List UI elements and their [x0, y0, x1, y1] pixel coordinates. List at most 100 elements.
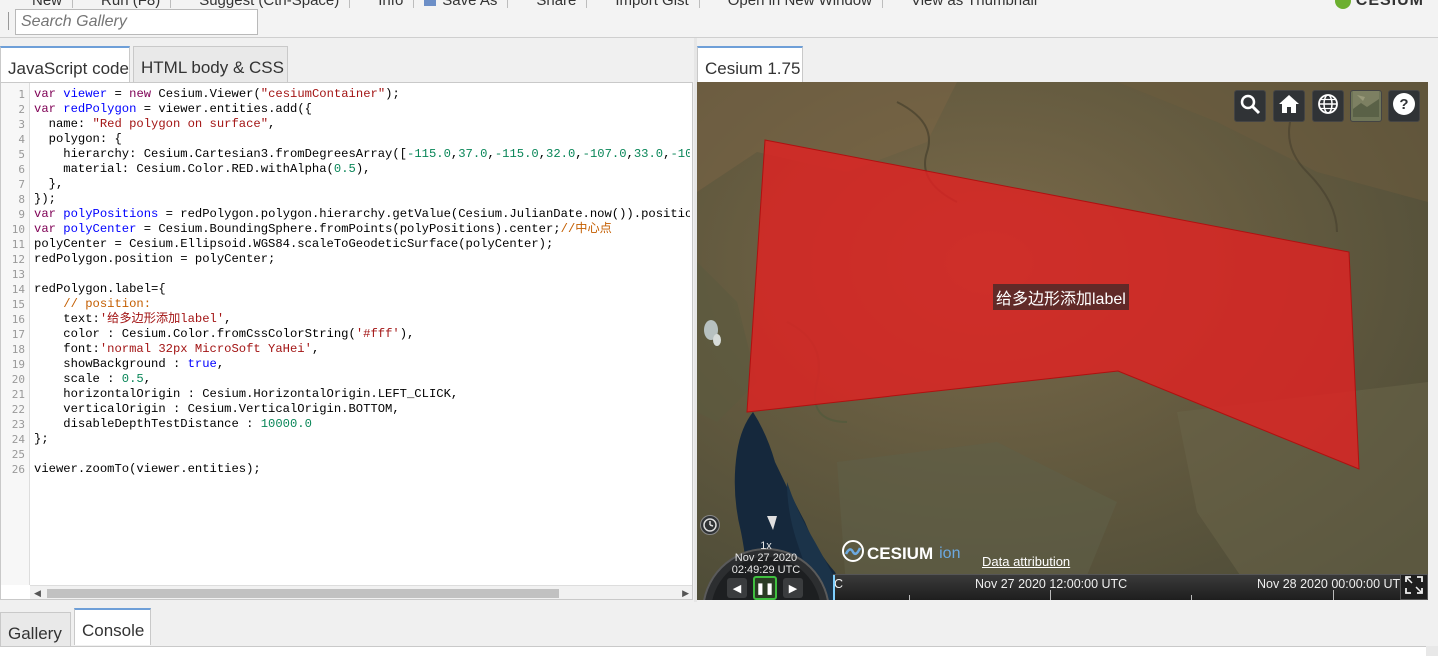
- pause-button[interactable]: ❚❚: [753, 576, 777, 600]
- code-line: font:'normal 32px MicroSoft YaHei',: [34, 342, 320, 356]
- scroll-right-icon[interactable]: ▶: [682, 588, 689, 599]
- save-as-label: Save As: [442, 0, 498, 9]
- code-line: },: [34, 177, 64, 191]
- help-button[interactable]: ?: [1388, 90, 1420, 122]
- timeline-needle[interactable]: [833, 575, 835, 600]
- code-line: var polyCenter = Cesium.BoundingSphere.f…: [34, 222, 612, 236]
- line-number: 8: [18, 193, 25, 206]
- toolbar-separator: [170, 0, 172, 8]
- timeline-label-start: C: [834, 577, 844, 591]
- save-as-button[interactable]: Save As: [424, 0, 497, 9]
- code-line: var redPolygon = viewer.entities.add({: [34, 102, 312, 116]
- code-line: redPolygon.position = polyCenter;: [34, 252, 276, 266]
- cesium-ion-logo-suffix: ion: [939, 544, 961, 562]
- base-layer-picker-button[interactable]: [1350, 90, 1382, 122]
- home-button[interactable]: [1273, 90, 1305, 122]
- line-number: 9: [18, 208, 25, 221]
- line-number: 17: [11, 328, 25, 341]
- line-number: 13: [11, 268, 25, 281]
- open-new-window-label: Open in New Window: [727, 0, 872, 9]
- geocoder-button[interactable]: [1234, 90, 1266, 122]
- code-line: });: [34, 192, 56, 206]
- line-number: 4: [18, 133, 25, 146]
- scrollbar-thumb[interactable]: [47, 589, 559, 598]
- run-button[interactable]: Run (F8): [83, 0, 160, 9]
- line-number: 20: [11, 373, 25, 386]
- cesium-ion-icon: [842, 540, 864, 567]
- play-forward-button[interactable]: ▶: [783, 578, 803, 598]
- toolbar-separator: [413, 0, 415, 8]
- code-line: disableDepthTestDistance : 10000.0: [34, 417, 312, 431]
- tab-javascript-code[interactable]: JavaScript code: [0, 46, 130, 83]
- line-number: 15: [11, 298, 25, 311]
- toolbar-row: New Run (F8) Suggest (Ctrl-Space) Info S…: [0, 0, 1037, 9]
- toolbar-divider: [8, 12, 9, 30]
- code-line: // position:: [63, 297, 152, 311]
- cesium-viewer[interactable]: ? 给多边形添加label 1x Nov 27 2020 02:49:29 UT…: [697, 82, 1428, 600]
- scroll-left-icon[interactable]: ◀: [34, 588, 41, 599]
- code-line: material: Cesium.Color.RED.withAlpha(0.5…: [34, 162, 371, 176]
- tab-html-body-css[interactable]: HTML body & CSS: [133, 46, 288, 82]
- cesium-logo-text: CESIUM: [1355, 0, 1424, 9]
- code-editor[interactable]: 1 2 3 4 5 6 7 8 9 10 11 12 13 14 15 16 1…: [0, 82, 693, 600]
- home-icon: [1278, 93, 1300, 120]
- toolbar-separator: [881, 0, 883, 8]
- line-number: 16: [11, 313, 25, 326]
- share-icon: [518, 0, 530, 6]
- new-button[interactable]: New: [14, 0, 62, 9]
- search-gallery-input[interactable]: [15, 9, 258, 35]
- code-area[interactable]: var viewer = new Cesium.Viewer("cesiumCo…: [34, 87, 690, 583]
- new-icon: [14, 0, 26, 6]
- play-reverse-button[interactable]: ◀: [727, 578, 747, 598]
- code-line: hierarchy: Cesium.Cartesian3.fromDegrees…: [34, 147, 690, 161]
- timeline-tick: [909, 595, 910, 600]
- open-new-window-button[interactable]: Open in New Window: [710, 0, 872, 9]
- tab-gallery-label: Gallery: [8, 624, 62, 643]
- import-gist-button[interactable]: Import Gist: [597, 0, 688, 9]
- line-number: 3: [18, 118, 25, 131]
- share-button[interactable]: Share: [518, 0, 576, 9]
- code-line: polygon: {: [34, 132, 122, 146]
- code-line: };: [34, 432, 49, 446]
- timeline-label-end: Nov 28 2020 00:00:00 UT: [1257, 577, 1400, 591]
- pause-icon: ❚❚: [755, 582, 775, 595]
- tab-cesium-viewer-label: Cesium 1.75: [705, 59, 801, 78]
- timeline-label-mid: Nov 27 2020 12:00:00 UTC: [975, 577, 1128, 591]
- fullscreen-button[interactable]: [1400, 574, 1428, 600]
- timeline[interactable]: C Nov 27 2020 12:00:00 UTC Nov 28 2020 0…: [833, 574, 1400, 600]
- line-number: 23: [11, 418, 25, 431]
- tab-console[interactable]: Console: [74, 608, 151, 645]
- horizontal-scrollbar[interactable]: ◀ ▶: [30, 585, 692, 599]
- scene-mode-button[interactable]: [1312, 90, 1344, 122]
- console-scrollbar[interactable]: [1426, 646, 1438, 656]
- search-icon: [1239, 93, 1261, 120]
- code-line: var viewer = new Cesium.Viewer("cesiumCo…: [34, 87, 400, 101]
- run-label: Run (F8): [101, 0, 161, 9]
- code-line: text:'给多边形添加label',: [34, 312, 232, 326]
- suggest-button[interactable]: Suggest (Ctrl-Space): [181, 0, 339, 9]
- line-number: 2: [18, 103, 25, 116]
- tab-cesium-viewer[interactable]: Cesium 1.75: [697, 46, 803, 83]
- view-thumbnail-button[interactable]: View as Thumbnail: [893, 0, 1037, 9]
- polygon-label: 给多边形添加label: [993, 284, 1129, 310]
- animation-date: Nov 27 2020: [734, 552, 798, 564]
- line-number: 22: [11, 403, 25, 416]
- github-icon: [597, 0, 609, 6]
- line-number: 5: [18, 148, 25, 161]
- tab-gallery[interactable]: Gallery: [0, 612, 71, 648]
- line-number: 14: [11, 283, 25, 296]
- line-number: 19: [11, 358, 25, 371]
- play-forward-icon: ▶: [788, 582, 798, 595]
- cesium-ion-logo[interactable]: CESIUM ion: [842, 540, 960, 567]
- info-button[interactable]: Info: [360, 0, 403, 9]
- view-thumbnail-label: View as Thumbnail: [910, 0, 1038, 9]
- thumbnail-icon: [893, 0, 905, 6]
- toolbar: New Run (F8) Suggest (Ctrl-Space) Info S…: [0, 0, 1438, 38]
- tab-html-body-css-label: HTML body & CSS: [141, 58, 284, 77]
- line-number: 1: [18, 88, 25, 101]
- timeline-tick: [1050, 590, 1051, 600]
- data-attribution-link[interactable]: Data attribution: [982, 554, 1070, 569]
- line-number: 10: [11, 223, 25, 236]
- animation-widget[interactable]: 1x Nov 27 2020 02:49:29 UTC ◀ ❚❚ ▶: [701, 512, 831, 600]
- code-line: name: "Red polygon on surface",: [34, 117, 276, 131]
